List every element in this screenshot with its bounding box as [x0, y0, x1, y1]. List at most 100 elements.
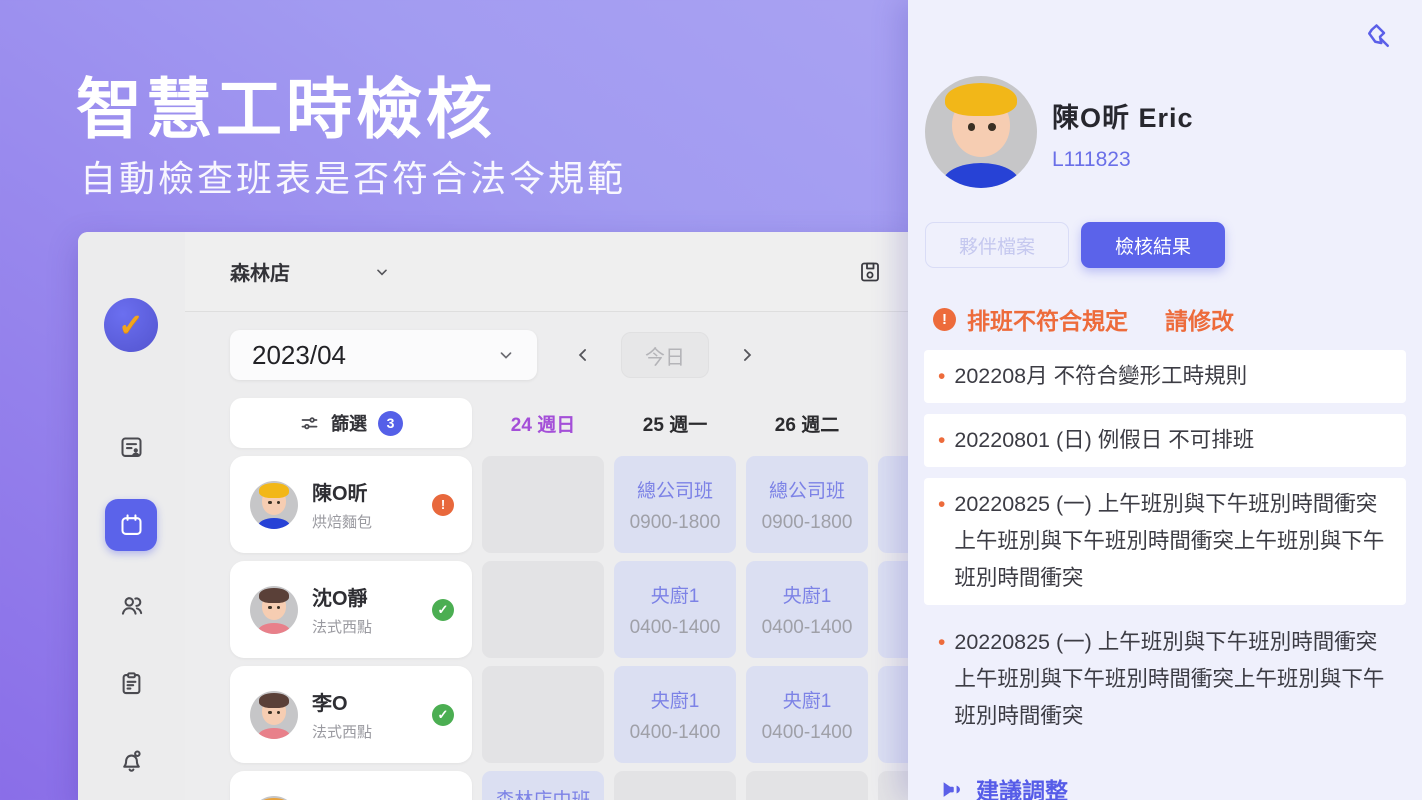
save-button[interactable] [858, 260, 882, 284]
month-value: 2023/04 [252, 339, 346, 370]
employee-role: 烘焙麵包 [312, 514, 373, 531]
day-header-tuesday: 26 週二 [774, 414, 840, 436]
shift-cell-partial[interactable] [878, 456, 908, 553]
shift-cell[interactable]: 央廚1 0400-1400 [614, 561, 736, 658]
bullet-icon: • [938, 365, 946, 388]
shift-title: 森林店中班 [495, 785, 590, 800]
employee-row: 李O 法式西點 ✓ 央廚1 0400-1400 央廚1 0400-1400 [230, 666, 908, 763]
employee-avatar [250, 795, 298, 800]
page-subtitle: 自動檢查班表是否符合法令規範 [80, 158, 627, 199]
pin-icon [1368, 24, 1389, 47]
shift-cell-partial[interactable] [878, 666, 908, 763]
filter-button[interactable]: 篩選 3 [230, 398, 472, 448]
shift-cell[interactable]: 總公司班 0900-1800 [746, 456, 868, 553]
employee-card[interactable]: 宋O仁 [230, 771, 472, 800]
chevron-left-icon [578, 349, 586, 361]
save-icon [861, 262, 879, 281]
issue-item[interactable]: • 20220825 (一) 上午班別與下午班別時間衝突上午班別與下午班別時間衝… [924, 478, 1406, 605]
month-picker[interactable]: 2023/04 [230, 330, 537, 380]
shift-cell-empty[interactable] [746, 771, 868, 800]
shift-cell[interactable]: 森林店中班 [482, 771, 604, 800]
day-header-sunday: 24 週日 [510, 414, 576, 436]
shift-cell[interactable]: 央廚1 0400-1400 [614, 666, 736, 763]
sidebar-item-members[interactable] [78, 592, 185, 619]
employee-avatar [250, 585, 298, 634]
shift-cell-partial[interactable] [878, 561, 908, 658]
profile-name: 陳O昕 Eric [1052, 103, 1194, 133]
date-toolbar: 2023/04 今日 [185, 312, 908, 380]
pin-button[interactable] [1364, 22, 1394, 52]
employee-card[interactable]: 沈O靜 法式西點 ✓ [230, 561, 472, 658]
shift-title: 央廚1 [782, 585, 832, 607]
shift-cell-empty[interactable] [482, 561, 604, 658]
status-ok-badge: ✓ [432, 598, 454, 621]
chevron-right-icon [744, 349, 752, 361]
store-topbar: 森林店 [185, 232, 908, 312]
sidebar-item-notifications[interactable] [78, 747, 185, 774]
check-result-panel: 陳O昕 Eric L111823 夥伴檔案 檢核結果 ! 排班不符合規定 請修改… [908, 0, 1422, 800]
shift-cell-empty[interactable] [482, 456, 604, 553]
employee-row: 宋O仁 森林店中班 [230, 771, 908, 800]
today-button[interactable]: 今日 [621, 332, 709, 378]
megaphone-icon [943, 781, 960, 797]
employee-role: 法式西點 [312, 619, 373, 636]
schedule-content: 森林店 2023/04 今日 篩選 3 24 週日 25 週一 26 週二 陳O… [185, 232, 908, 800]
issue-text: 202208月 不符合變形工時規則 [954, 364, 1248, 388]
store-selector[interactable] [374, 264, 390, 280]
employee-role: 法式西點 [312, 724, 373, 741]
sidebar-item-reports[interactable] [78, 670, 185, 697]
shift-cell-empty[interactable] [614, 771, 736, 800]
employee-card[interactable]: 陳O昕 烘焙麵包 ! [230, 456, 472, 553]
next-week-button[interactable] [737, 345, 757, 365]
day-header-monday: 25 週一 [642, 414, 708, 436]
schedule-grid: 篩選 3 24 週日 25 週一 26 週二 陳O昕 烘焙麵包 ! 總公司班 0… [185, 380, 908, 800]
shift-cell-empty[interactable] [482, 666, 604, 763]
prev-week-button[interactable] [573, 345, 593, 365]
schedule-app-window: ✓ 森林店 2023/04 今日 篩選 3 24 週日 25 週一 26 週二 … [78, 232, 908, 800]
status-warning-badge: ! [432, 493, 454, 516]
contact-card-icon [121, 437, 142, 457]
profile-employee-id: L111823 [1052, 148, 1131, 171]
shift-time: 0900-1800 [629, 511, 721, 533]
employee-avatar [250, 690, 298, 739]
employee-card[interactable]: 李O 法式西點 ✓ [230, 666, 472, 763]
shift-time: 0400-1400 [629, 616, 721, 638]
issue-item[interactable]: • 20220801 (日) 例假日 不可排班 [924, 414, 1406, 467]
issue-item[interactable]: • 20220825 (一) 上午班別與下午班別時間衝突上午班別與下午班別時間衝… [924, 616, 1406, 743]
shift-title: 總公司班 [636, 480, 713, 502]
clipboard-icon [122, 672, 141, 695]
tab-partner-profile[interactable]: 夥伴檔案 [925, 222, 1069, 268]
filter-icon [301, 416, 318, 429]
employee-row: 沈O靜 法式西點 ✓ 央廚1 0400-1400 央廚1 0400-1400 [230, 561, 908, 658]
suggestion-link[interactable]: 建議調整 [938, 772, 1068, 800]
sidebar-item-schedule-active[interactable] [105, 499, 157, 551]
warning-row: ! 排班不符合規定 請修改 [933, 302, 1234, 336]
profile-avatar [925, 76, 1037, 188]
shift-title: 央廚1 [650, 690, 700, 712]
issue-text: 20220801 (日) 例假日 不可排班 [954, 428, 1255, 452]
shift-cell[interactable]: 總公司班 0900-1800 [614, 456, 736, 553]
store-name: 森林店 [230, 263, 290, 285]
employee-avatar [250, 480, 298, 529]
shift-time: 0400-1400 [761, 616, 853, 638]
employee-row: 陳O昕 烘焙麵包 ! 總公司班 0900-1800 總公司班 0900-1800 [230, 456, 908, 553]
shift-time: 0900-1800 [761, 511, 853, 533]
warning-action: 請修改 [1165, 308, 1234, 334]
grid-header: 篩選 3 24 週日 25 週一 26 週二 [230, 398, 908, 448]
shift-cell-partial-empty[interactable] [878, 771, 908, 800]
bell-icon [123, 750, 141, 772]
alert-icon: ! [933, 307, 956, 331]
app-logo-check-icon: ✓ [104, 298, 158, 352]
shift-time: 0400-1400 [761, 721, 853, 743]
filter-label: 篩選 [331, 414, 367, 434]
users-icon [121, 597, 143, 615]
tab-check-result[interactable]: 檢核結果 [1081, 222, 1225, 268]
sidebar-item-staff-records[interactable] [78, 434, 185, 461]
issue-item[interactable]: • 202208月 不符合變形工時規則 [924, 350, 1406, 403]
shift-title: 央廚1 [650, 585, 700, 607]
employee-name: 李O [312, 693, 348, 715]
issue-text: 20220825 (一) 上午班別與下午班別時間衝突上午班別與下午班別時間衝突上… [954, 492, 1385, 590]
warning-title: 排班不符合規定 [967, 308, 1128, 334]
shift-cell[interactable]: 央廚1 0400-1400 [746, 561, 868, 658]
shift-cell[interactable]: 央廚1 0400-1400 [746, 666, 868, 763]
